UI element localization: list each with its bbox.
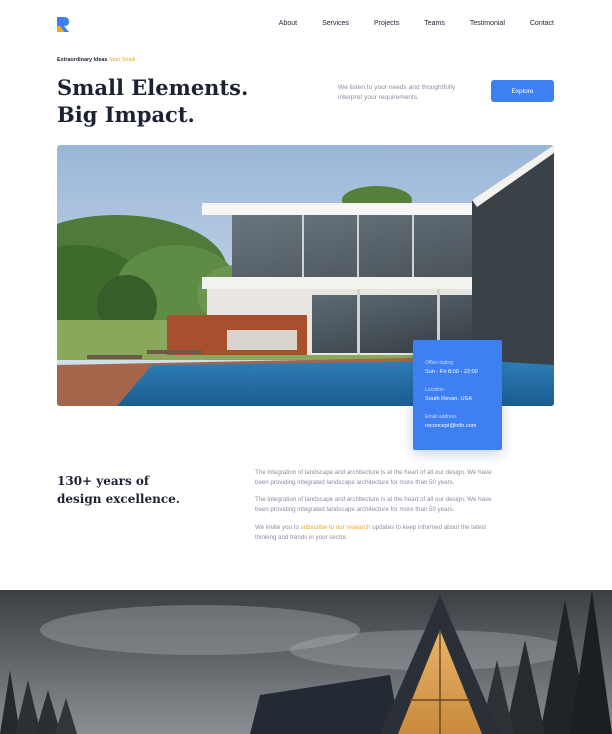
office-hours-group: Office dating Sun - Fri 8:00 - 22:00: [425, 360, 478, 375]
about-title: 130+ years of design excellence.: [57, 472, 217, 508]
email-value[interactable]: reconcept@info.com: [425, 423, 476, 429]
location-label: Location: [425, 387, 444, 393]
hero-description: We listen to your needs and thoughtfully…: [338, 84, 456, 101]
explore-button[interactable]: Explore: [491, 80, 554, 102]
location-value: South Revan, USA: [425, 396, 472, 402]
about-paragraph-2: The integration of landscape and archite…: [255, 496, 492, 513]
about-title-line-1: 130+ years of: [57, 474, 150, 488]
location-group: Location South Revan, USA: [425, 387, 472, 402]
about-title-line-2: design excellence.: [57, 492, 180, 506]
email-group: Email address reconcept@info.com: [425, 414, 476, 429]
cabin-forest-image: [0, 590, 612, 734]
nav-link-teams[interactable]: Teams: [424, 20, 445, 27]
office-hours-label: Office dating: [425, 360, 453, 366]
hero-title-line-1: Small Elements.: [57, 75, 249, 100]
hero-title-line-2: Big Impact.: [57, 102, 195, 127]
about-paragraph-1: The integration of landscape and archite…: [255, 469, 492, 486]
hero-eyebrow: Extraordinary Ideas Start Small: [57, 57, 135, 63]
top-navigation: About Services Projects Teams Testimonia…: [0, 0, 612, 50]
contact-info-card: Office dating Sun - Fri 8:00 - 22:00 Loc…: [413, 340, 502, 450]
subscribe-research-link[interactable]: subscribe to our research: [301, 524, 371, 531]
nav-link-contact[interactable]: Contact: [530, 20, 554, 27]
nav-link-services[interactable]: Services: [322, 20, 349, 27]
nav-link-projects[interactable]: Projects: [374, 20, 399, 27]
hero-title: Small Elements. Big Impact.: [57, 74, 287, 128]
hero-eyebrow-text: Extraordinary Ideas: [57, 57, 108, 63]
brand-logo-icon[interactable]: [57, 17, 69, 32]
about-paragraph-3-start: We invite you to: [255, 524, 301, 531]
email-label: Email address: [425, 414, 457, 420]
nav-links: About Services Projects Teams Testimonia…: [279, 20, 554, 27]
about-paragraph-3: We invite you to subscribe to our resear…: [255, 523, 500, 542]
nav-link-testimonial[interactable]: Testimonial: [470, 20, 505, 27]
nav-link-about[interactable]: About: [279, 20, 297, 27]
office-hours-value: Sun - Fri 8:00 - 22:00: [425, 369, 478, 375]
hero-eyebrow-accent: Start Small: [108, 57, 136, 63]
